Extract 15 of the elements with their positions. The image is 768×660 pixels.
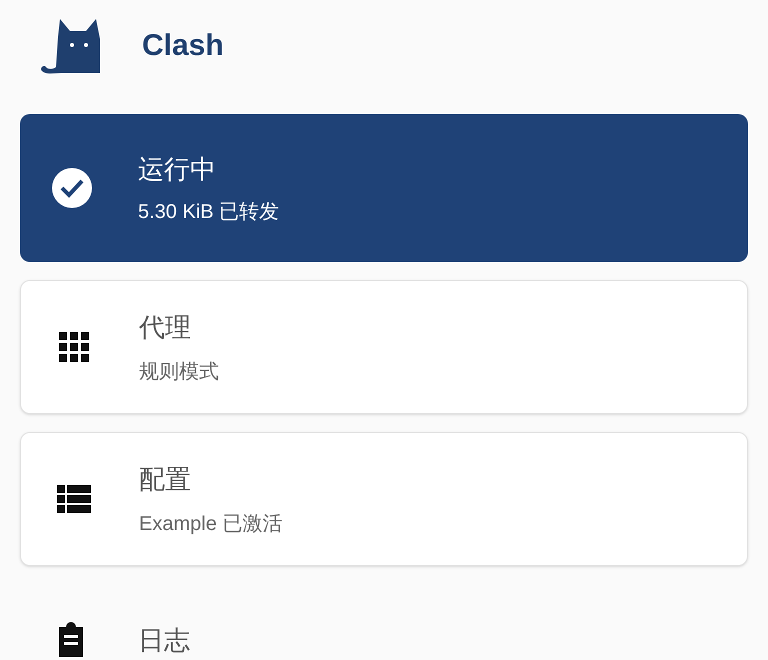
clipboard-icon (56, 621, 86, 657)
list-icon (57, 485, 91, 513)
menu-title: 代理 (139, 310, 192, 344)
app-title: Clash (142, 28, 224, 64)
status-detail: 5.30 KiB 已转发 (138, 200, 280, 224)
log-menu-item[interactable]: 日志 (138, 621, 190, 660)
grid-icon (58, 331, 90, 363)
menu-card[interactable]: 配置 Example 已激活 (20, 432, 748, 566)
menu-title: 配置 (139, 462, 192, 496)
menu-subtitle: Example 已激活 (139, 512, 282, 536)
menu-subtitle: 规则模式 (139, 360, 219, 384)
status-card[interactable]: 运行中 5.30 KiB 已转发 (20, 114, 748, 262)
status-title: 运行中 (138, 152, 217, 186)
menu-card[interactable]: 代理 规则模式 (20, 280, 748, 414)
check-circle-icon (52, 168, 92, 208)
